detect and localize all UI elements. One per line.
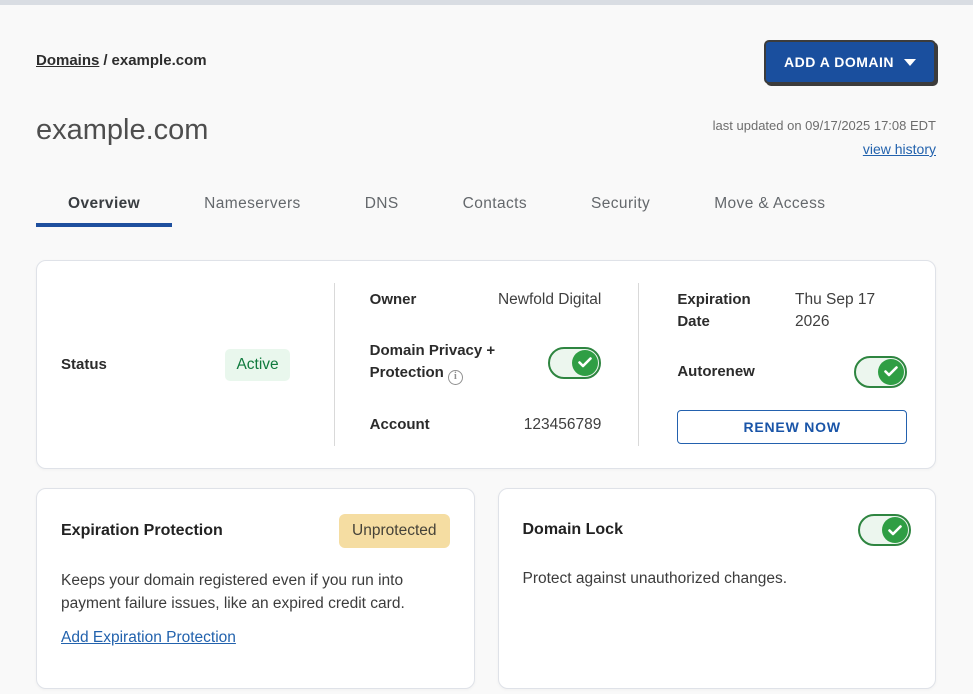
check-icon: [578, 357, 592, 368]
expiration-protection-header: Expiration Protection Unprotected: [61, 514, 450, 548]
autorenew-toggle[interactable]: [854, 356, 907, 388]
expiration-date-label: Expiration Date: [677, 289, 763, 333]
add-expiration-protection-link[interactable]: Add Expiration Protection: [61, 629, 236, 647]
owner-column: Owner Newfold Digital Domain Privacy + P…: [334, 283, 639, 446]
status-badge: Active: [225, 349, 289, 381]
top-accent-bar: [0, 0, 973, 5]
expiration-row: Expiration Date Thu Sep 17 2026: [677, 289, 907, 334]
unprotected-badge: Unprotected: [339, 514, 449, 548]
expiration-column: Expiration Date Thu Sep 17 2026 Autorene…: [638, 283, 935, 446]
account-label: Account: [370, 414, 430, 436]
owner-label: Owner: [370, 289, 417, 311]
status-column: Status Active: [37, 283, 334, 446]
autorenew-row: Autorenew: [677, 356, 907, 388]
toggle-knob: [878, 359, 904, 385]
bottom-card-row: Expiration Protection Unprotected Keeps …: [36, 488, 936, 689]
add-a-domain-label: ADD A DOMAIN: [784, 54, 894, 70]
expiration-protection-title: Expiration Protection: [61, 522, 223, 540]
header-row: Domains/ example.com ADD A DOMAIN: [36, 40, 936, 84]
status-label: Status: [61, 354, 107, 376]
expiration-protection-card: Expiration Protection Unprotected Keeps …: [36, 488, 475, 689]
domain-lock-description: Protect against unauthorized changes.: [523, 567, 912, 590]
breadcrumb-current: example.com: [112, 52, 207, 69]
account-row: Account 123456789: [370, 414, 602, 436]
domain-privacy-label: Domain Privacy + Protectioni: [370, 340, 520, 385]
expiration-date-value: Thu Sep 17 2026: [795, 289, 907, 334]
domain-lock-toggle[interactable]: [858, 514, 911, 546]
last-updated-text: last updated on 09/17/2025 17:08 EDT: [713, 118, 936, 133]
tab-bar: Overview Nameservers DNS Contacts Securi…: [36, 185, 936, 227]
tab-nameservers[interactable]: Nameservers: [172, 185, 333, 227]
domain-privacy-toggle[interactable]: [548, 347, 601, 379]
toggle-knob: [572, 350, 598, 376]
breadcrumb-separator: /: [103, 52, 107, 69]
info-icon[interactable]: i: [448, 370, 463, 385]
tab-contacts[interactable]: Contacts: [431, 185, 559, 227]
toggle-knob: [882, 517, 908, 543]
check-icon: [888, 525, 902, 536]
tab-dns[interactable]: DNS: [333, 185, 431, 227]
domain-lock-title: Domain Lock: [523, 521, 623, 539]
overview-summary-card: Status Active Owner Newfold Digital Doma…: [36, 260, 936, 469]
tab-move-access[interactable]: Move & Access: [682, 185, 857, 227]
expiration-protection-description: Keeps your domain registered even if you…: [61, 569, 450, 616]
title-row: example.com last updated on 09/17/2025 1…: [36, 114, 936, 159]
domain-privacy-row: Domain Privacy + Protectioni: [370, 340, 602, 385]
page-title: example.com: [36, 114, 208, 147]
updated-block: last updated on 09/17/2025 17:08 EDT vie…: [713, 114, 936, 159]
breadcrumb-domains-link[interactable]: Domains: [36, 52, 99, 69]
domain-lock-header: Domain Lock: [523, 514, 912, 546]
check-icon: [884, 366, 898, 377]
domain-lock-card: Domain Lock Protect against unauthorized…: [498, 488, 937, 689]
autorenew-label: Autorenew: [677, 361, 755, 383]
owner-value: Newfold Digital: [498, 289, 601, 311]
view-history-link[interactable]: view history: [863, 141, 936, 157]
breadcrumb: Domains/ example.com: [36, 40, 207, 69]
add-a-domain-button[interactable]: ADD A DOMAIN: [764, 40, 936, 84]
tab-security[interactable]: Security: [559, 185, 682, 227]
renew-now-button[interactable]: RENEW NOW: [677, 410, 907, 444]
tab-overview[interactable]: Overview: [36, 185, 172, 227]
page-container: Domains/ example.com ADD A DOMAIN example…: [0, 40, 973, 689]
account-value: 123456789: [524, 414, 602, 436]
chevron-down-icon: [904, 59, 916, 66]
owner-row: Owner Newfold Digital: [370, 289, 602, 311]
